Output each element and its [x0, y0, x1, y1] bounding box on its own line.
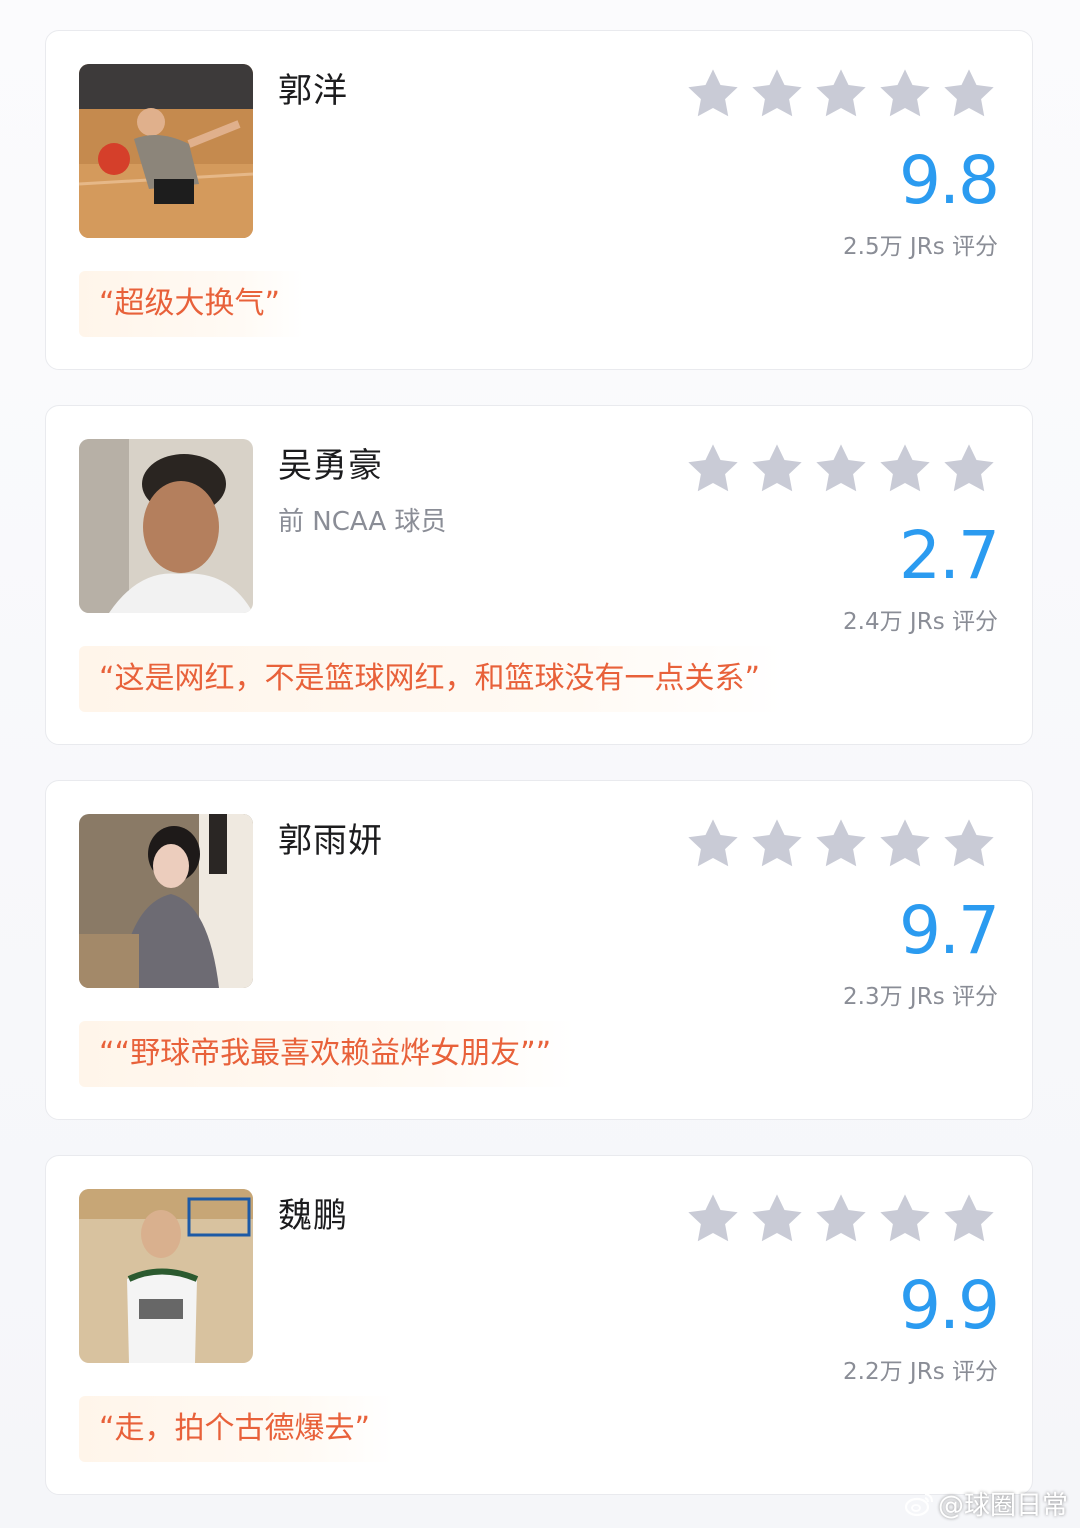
- rating-count: 2.2万 JRs 评分: [843, 1359, 998, 1385]
- star-rating[interactable]: [684, 815, 998, 873]
- star-icon[interactable]: [812, 440, 870, 498]
- player-avatar[interactable]: [79, 439, 253, 613]
- star-icon[interactable]: [812, 1190, 870, 1248]
- player-avatar[interactable]: [79, 1189, 253, 1363]
- star-icon[interactable]: [748, 1190, 806, 1248]
- player-card-3[interactable]: 郭雨妍 9.7 2.3万 JRs 评分 ““野球帝我最喜欢赖益烨女朋友””: [45, 780, 1033, 1120]
- score-value: 2.7: [899, 517, 1000, 594]
- rating-count: 2.5万 JRs 评分: [843, 234, 998, 260]
- star-icon[interactable]: [748, 65, 806, 123]
- star-icon[interactable]: [940, 815, 998, 873]
- player-subtitle: 前 NCAA 球员: [278, 507, 447, 537]
- star-icon[interactable]: [684, 1190, 742, 1248]
- score-value: 9.9: [899, 1267, 1000, 1344]
- score-value: 9.7: [899, 892, 1000, 969]
- star-icon[interactable]: [748, 815, 806, 873]
- star-icon[interactable]: [876, 1190, 934, 1248]
- star-icon[interactable]: [684, 65, 742, 123]
- star-rating[interactable]: [684, 1190, 998, 1248]
- star-icon[interactable]: [812, 65, 870, 123]
- weibo-watermark: @球圈日常: [904, 1485, 1068, 1522]
- star-icon[interactable]: [940, 65, 998, 123]
- avatar-photo-basketball-player: [79, 1189, 253, 1363]
- star-icon[interactable]: [684, 440, 742, 498]
- rating-count: 2.4万 JRs 评分: [843, 609, 998, 635]
- player-card-4[interactable]: 魏鹏 9.9 2.2万 JRs 评分 “走，拍个古德爆去”: [45, 1155, 1033, 1495]
- player-card-1[interactable]: 郭洋 9.8 2.5万 JRs 评分 “超级大换气”: [45, 30, 1033, 370]
- star-icon[interactable]: [876, 65, 934, 123]
- star-icon[interactable]: [684, 815, 742, 873]
- top-comment-quote[interactable]: “这是网红，不是篮球网红，和篮球没有一点关系”: [79, 646, 785, 712]
- rating-count: 2.3万 JRs 评分: [843, 984, 998, 1010]
- top-comment-quote[interactable]: “走，拍个古德爆去”: [79, 1396, 395, 1462]
- score-value: 9.8: [899, 142, 1000, 219]
- watermark-text: @球圈日常: [937, 1491, 1068, 1521]
- player-name: 魏鹏: [278, 1196, 348, 1236]
- avatar-photo-portrait: [79, 439, 253, 613]
- player-avatar[interactable]: [79, 64, 253, 238]
- top-comment-quote[interactable]: “超级大换气”: [79, 271, 305, 337]
- star-icon[interactable]: [876, 815, 934, 873]
- star-icon[interactable]: [940, 440, 998, 498]
- star-icon[interactable]: [748, 440, 806, 498]
- player-card-2[interactable]: 吴勇豪 前 NCAA 球员 2.7 2.4万 JRs 评分 “这是网红，不是篮球…: [45, 405, 1033, 745]
- star-rating[interactable]: [684, 65, 998, 123]
- top-comment-quote[interactable]: ““野球帝我最喜欢赖益烨女朋友””: [79, 1021, 576, 1087]
- star-icon[interactable]: [812, 815, 870, 873]
- player-name: 郭雨妍: [278, 821, 383, 861]
- star-icon[interactable]: [940, 1190, 998, 1248]
- player-avatar[interactable]: [79, 814, 253, 988]
- star-rating[interactable]: [684, 440, 998, 498]
- weibo-icon: [904, 1492, 933, 1516]
- star-icon[interactable]: [876, 440, 934, 498]
- player-name: 郭洋: [278, 71, 348, 111]
- avatar-photo-portrait: [79, 814, 253, 988]
- avatar-photo-basketball-court: [79, 64, 253, 238]
- player-name: 吴勇豪: [278, 446, 383, 486]
